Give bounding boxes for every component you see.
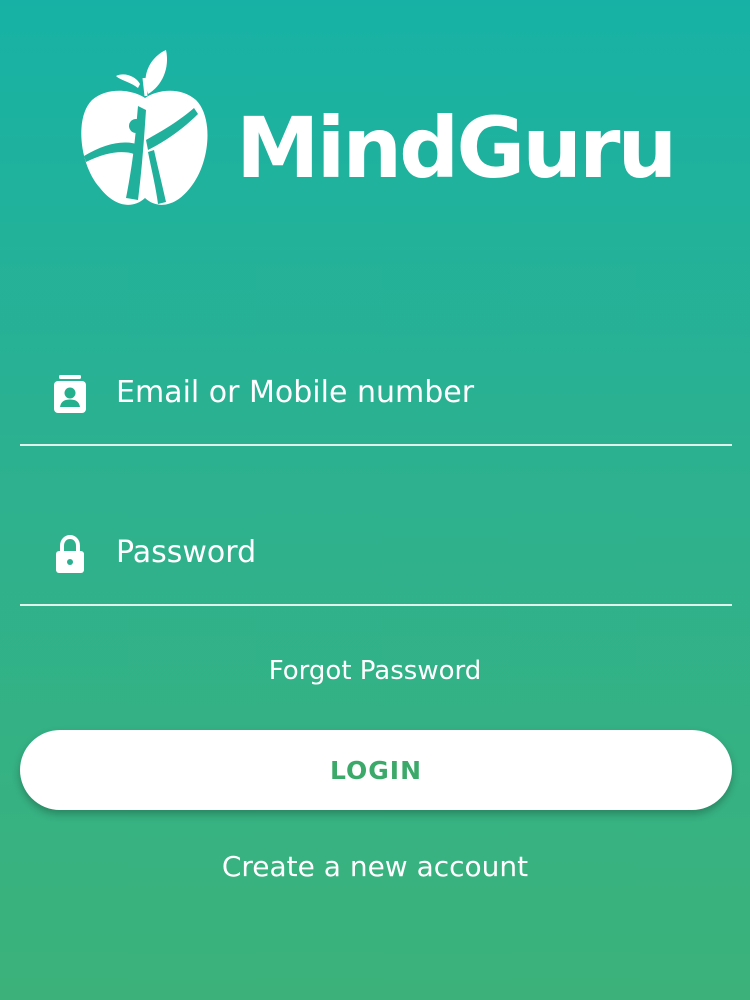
- login-button[interactable]: LOGIN: [20, 730, 732, 810]
- email-input[interactable]: [116, 362, 716, 422]
- email-field: [20, 356, 732, 446]
- password-input[interactable]: [116, 522, 716, 582]
- create-account-link[interactable]: Create a new account: [0, 850, 750, 883]
- brand-name: MindGuru: [236, 99, 677, 197]
- app-logo: MindGuru: [78, 48, 678, 218]
- lock-icon: [56, 534, 84, 573]
- contact-card-icon: [54, 375, 86, 413]
- apple-leaf-figure-icon: [81, 50, 208, 205]
- password-field: [20, 516, 732, 606]
- forgot-password-link[interactable]: Forgot Password: [0, 656, 750, 686]
